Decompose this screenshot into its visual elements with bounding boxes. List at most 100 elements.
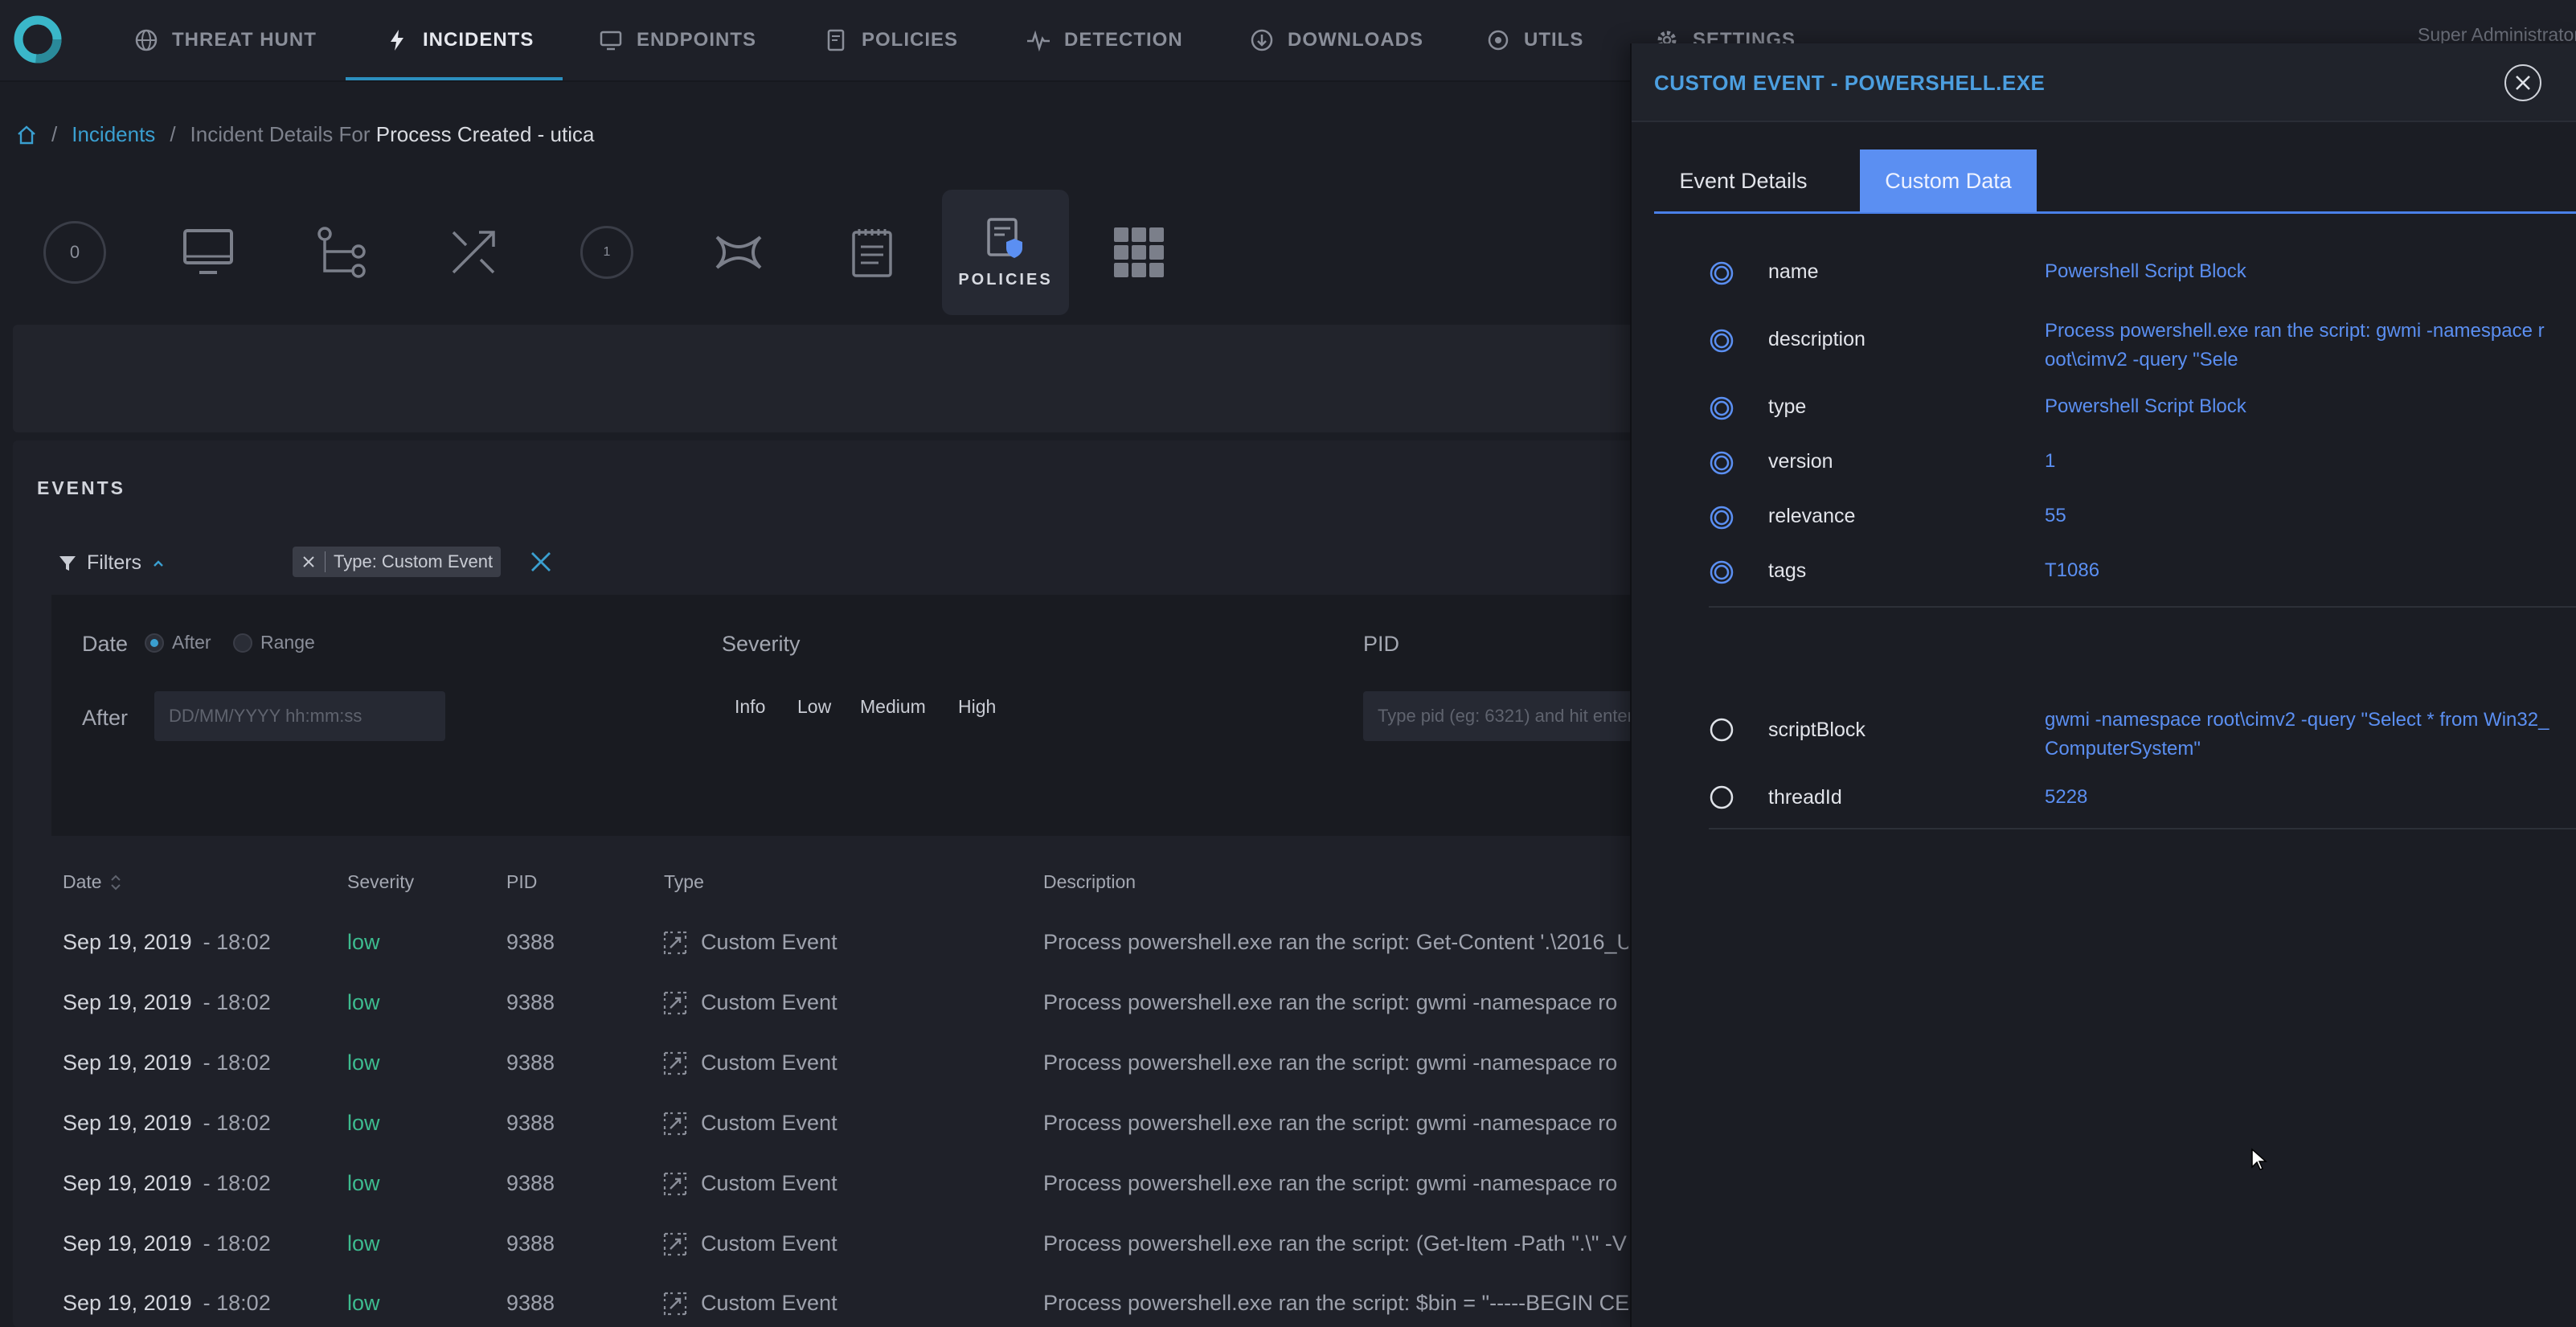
panel-title: CUSTOM EVENT - POWERSHELL.EXE (1654, 71, 2046, 95)
breadcrumb-separator: / (170, 122, 176, 146)
user-menu[interactable]: Super Administrator (2418, 24, 2576, 46)
clear-filters-icon[interactable] (527, 548, 555, 575)
row-pid: 9388 (506, 930, 555, 954)
counter-value: 0 (69, 242, 80, 262)
remove-chip-icon[interactable] (301, 554, 317, 570)
column-header-date[interactable]: Date (63, 871, 121, 893)
breadcrumb-separator: / (51, 122, 58, 146)
field-unselected-icon[interactable] (1709, 717, 1734, 743)
row-date: Sep 19, 2019 - 18:02 (63, 973, 271, 1033)
nav-policies[interactable]: POLICIES (823, 0, 958, 80)
type-label: Custom Event (701, 930, 838, 954)
monitor-icon (600, 31, 622, 51)
time-value: - 18:02 (203, 1291, 271, 1315)
radio-range[interactable]: Range (233, 632, 315, 653)
radio-after[interactable]: After (145, 632, 211, 653)
chip-label: Type: Custom Event (334, 551, 493, 571)
date-value: Sep 19, 2019 (63, 1291, 192, 1315)
nav-endpoints[interactable]: ENDPOINTS (598, 0, 756, 80)
field-selected-icon[interactable] (1709, 559, 1734, 585)
counter-tool[interactable]: 0 (11, 190, 138, 315)
field-row-tags: tags T1086 (1709, 559, 2576, 600)
breadcrumb-prefix: Incident Details For (190, 122, 371, 146)
field-value: T1086 (2045, 559, 2100, 581)
field-value: Powershell Script Block (2045, 260, 2246, 282)
summary-strip (13, 325, 1644, 432)
nav-utils[interactable]: UTILS (1485, 0, 1583, 80)
policy-shield-icon (987, 217, 1022, 258)
date-filter-label: Date (82, 632, 129, 656)
table-row[interactable]: Sep 19, 2019 - 18:02 low 9388 Custom Even… (13, 1033, 1644, 1093)
field-selected-icon[interactable] (1709, 450, 1734, 476)
breadcrumb-incidents-link[interactable]: Incidents (72, 122, 155, 147)
filters-toggle[interactable]: Filters (58, 551, 166, 575)
divider (1709, 828, 2576, 829)
field-row-type: type Powershell Script Block (1709, 395, 2576, 436)
counter-tool-2[interactable]: 1 (543, 190, 670, 315)
nav-downloads[interactable]: DOWNLOADS (1249, 0, 1423, 80)
close-panel-button[interactable] (2504, 64, 2541, 101)
mitre-tool[interactable] (410, 190, 537, 315)
table-row[interactable]: Sep 19, 2019 - 18:02 low 9388 Custom Even… (13, 973, 1644, 1033)
bolt-icon (391, 30, 403, 51)
type-label: Custom Event (701, 1051, 838, 1075)
tools-icon (1488, 30, 1509, 51)
field-unselected-icon[interactable] (1709, 784, 1734, 810)
row-pid: 9388 (506, 1231, 555, 1255)
endpoint-tool[interactable] (145, 190, 272, 315)
field-selected-icon[interactable] (1709, 505, 1734, 530)
active-nav-indicator (346, 77, 563, 80)
row-type: Custom Event (662, 1033, 838, 1093)
policies-tool[interactable]: POLICIES (942, 190, 1069, 315)
field-selected-icon[interactable] (1709, 395, 1734, 421)
apps-grid-tool[interactable] (1075, 190, 1202, 315)
row-pid: 9388 (506, 1171, 555, 1195)
table-row[interactable]: Sep 19, 2019 - 18:02 low 9388 Custom Even… (13, 1214, 1644, 1274)
home-icon[interactable] (16, 125, 37, 145)
network-icon (715, 236, 762, 269)
network-tool[interactable] (675, 190, 802, 315)
row-type: Custom Event (662, 973, 838, 1033)
row-severity: low (347, 990, 380, 1014)
nav-detection[interactable]: DETECTION (1026, 0, 1183, 80)
row-severity: low (347, 1291, 380, 1315)
notes-tool[interactable] (809, 190, 936, 315)
chip-separator (325, 551, 326, 572)
field-selected-icon[interactable] (1709, 260, 1734, 286)
row-pid: 9388 (506, 1111, 555, 1135)
process-tree-icon (317, 227, 366, 278)
panel-header: CUSTOM EVENT - POWERSHELL.EXE (1632, 43, 2576, 122)
severity-option-low[interactable]: Low (797, 696, 831, 718)
table-row[interactable]: Sep 19, 2019 - 18:02 low 9388 Custom Even… (13, 1093, 1644, 1153)
table-row[interactable]: Sep 19, 2019 - 18:02 low 9388 Custom Even… (13, 1273, 1644, 1327)
severity-option-info[interactable]: Info (735, 696, 765, 718)
tab-event-details[interactable]: Event Details (1654, 149, 1833, 212)
row-pid: 9388 (506, 1291, 555, 1315)
row-severity: low (347, 1051, 380, 1075)
app-logo-icon[interactable] (11, 13, 64, 66)
nav-label: DOWNLOADS (1288, 29, 1423, 51)
sort-icon (110, 874, 121, 890)
row-date: Sep 19, 2019 - 18:02 (63, 1273, 271, 1327)
field-selected-icon[interactable] (1709, 328, 1734, 354)
time-value: - 18:02 (203, 1051, 271, 1075)
severity-option-high[interactable]: High (958, 696, 996, 718)
notes-icon (852, 229, 892, 277)
table-row[interactable]: Sep 19, 2019 - 18:02 low 9388 Custom Even… (13, 912, 1644, 973)
table-row[interactable]: Sep 19, 2019 - 18:02 low 9388 Custom Even… (13, 1153, 1644, 1214)
nav-threat-hunt[interactable]: THREAT HUNT (133, 0, 317, 80)
row-severity: low (347, 1111, 380, 1135)
nav-incidents[interactable]: INCIDENTS (384, 0, 534, 80)
row-type: Custom Event (662, 1273, 838, 1327)
column-header-description: Description (1043, 871, 1136, 892)
row-type: Custom Event (662, 1093, 838, 1153)
radio-dot (233, 633, 252, 653)
severity-option-medium[interactable]: Medium (860, 696, 926, 718)
process-tree-tool[interactable] (278, 190, 405, 315)
panel-tabs: Event Details Custom Data (1654, 149, 2576, 214)
field-key: relevance (1768, 505, 1856, 527)
date-input[interactable]: DD/MM/YYYY hh:mm:ss (154, 691, 445, 741)
pid-input[interactable]: Type pid (eg: 6321) and hit enter (1363, 691, 1644, 741)
nav-label: POLICIES (862, 29, 959, 51)
tab-custom-data[interactable]: Custom Data (1860, 149, 2037, 212)
